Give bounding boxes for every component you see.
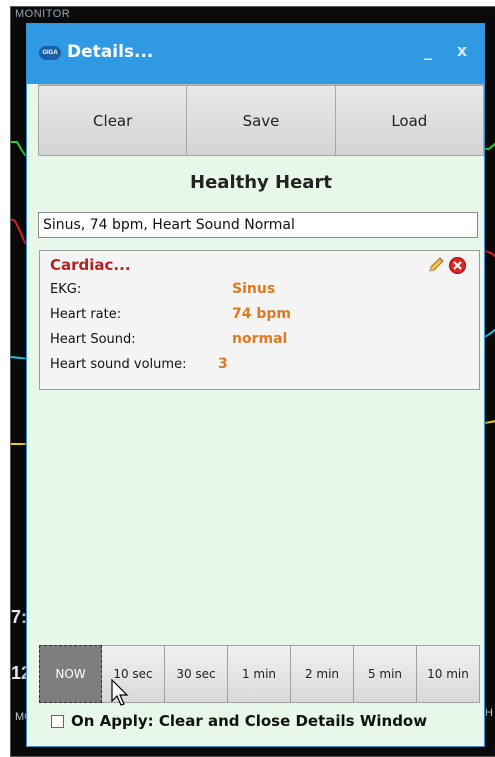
heart-rate-row: Heart rate: 74 bpm [50,306,470,329]
clear-close-label[interactable]: On Apply: Clear and Close Details Window [71,712,427,730]
clear-close-checkbox[interactable] [51,715,64,728]
ekg-value: Sinus [232,281,276,297]
heart-sound-volume-row: Heart sound volume: 3 [50,356,470,379]
time-5-min-button[interactable]: 5 min [354,645,417,703]
cardiac-panel: Cardiac... EKG: Sinus Heart rate: 74 bpm… [39,250,480,390]
save-button[interactable]: Save [187,85,336,156]
load-button[interactable]: Load [335,85,484,156]
pencil-icon[interactable] [427,256,445,274]
time-1-min-button[interactable]: 1 min [228,645,291,703]
dialog-titlebar[interactable]: GIGA Details... _ x [27,24,484,84]
heart-rate-label: Heart rate: [50,307,122,322]
time-now-button[interactable]: NOW [39,645,102,703]
time-selector: NOW 10 sec 30 sec 1 min 2 min 5 min 10 m… [39,645,484,703]
ekg-label: EKG: [50,282,82,297]
heart-sound-volume-value: 3 [218,356,228,372]
monitor-readout-1: 7: [11,607,28,627]
heart-sound-row: Heart Sound: normal [50,331,470,354]
heart-rate-value: 74 bpm [232,306,291,322]
heart-sound-value: normal [232,331,288,347]
ekg-row: EKG: Sinus [50,281,470,304]
preset-name: Healthy Heart [190,172,332,193]
apply-option[interactable]: On Apply: Clear and Close Details Window [39,712,479,734]
minimize-button[interactable]: _ [417,40,439,62]
delete-icon[interactable] [449,257,466,274]
time-10-sec-button[interactable]: 10 sec [102,645,165,703]
description-input[interactable] [38,212,478,238]
time-30-sec-button[interactable]: 30 sec [165,645,228,703]
dialog-title: Details... [67,42,154,62]
details-dialog: GIGA Details... _ x Clear Save Load Heal… [26,23,485,747]
clear-button[interactable]: Clear [38,85,188,156]
heart-sound-label: Heart Sound: [50,332,136,347]
cardiac-section-title[interactable]: Cardiac... [50,256,131,274]
close-button[interactable]: x [451,40,473,62]
monitor-footer-right: H [485,707,493,719]
time-2-min-button[interactable]: 2 min [291,645,354,703]
action-toolbar: Clear Save Load [38,84,484,156]
heart-sound-volume-label: Heart sound volume: [50,357,187,372]
time-10-min-button[interactable]: 10 min [417,645,480,703]
logo-icon: GIGA [39,46,61,60]
